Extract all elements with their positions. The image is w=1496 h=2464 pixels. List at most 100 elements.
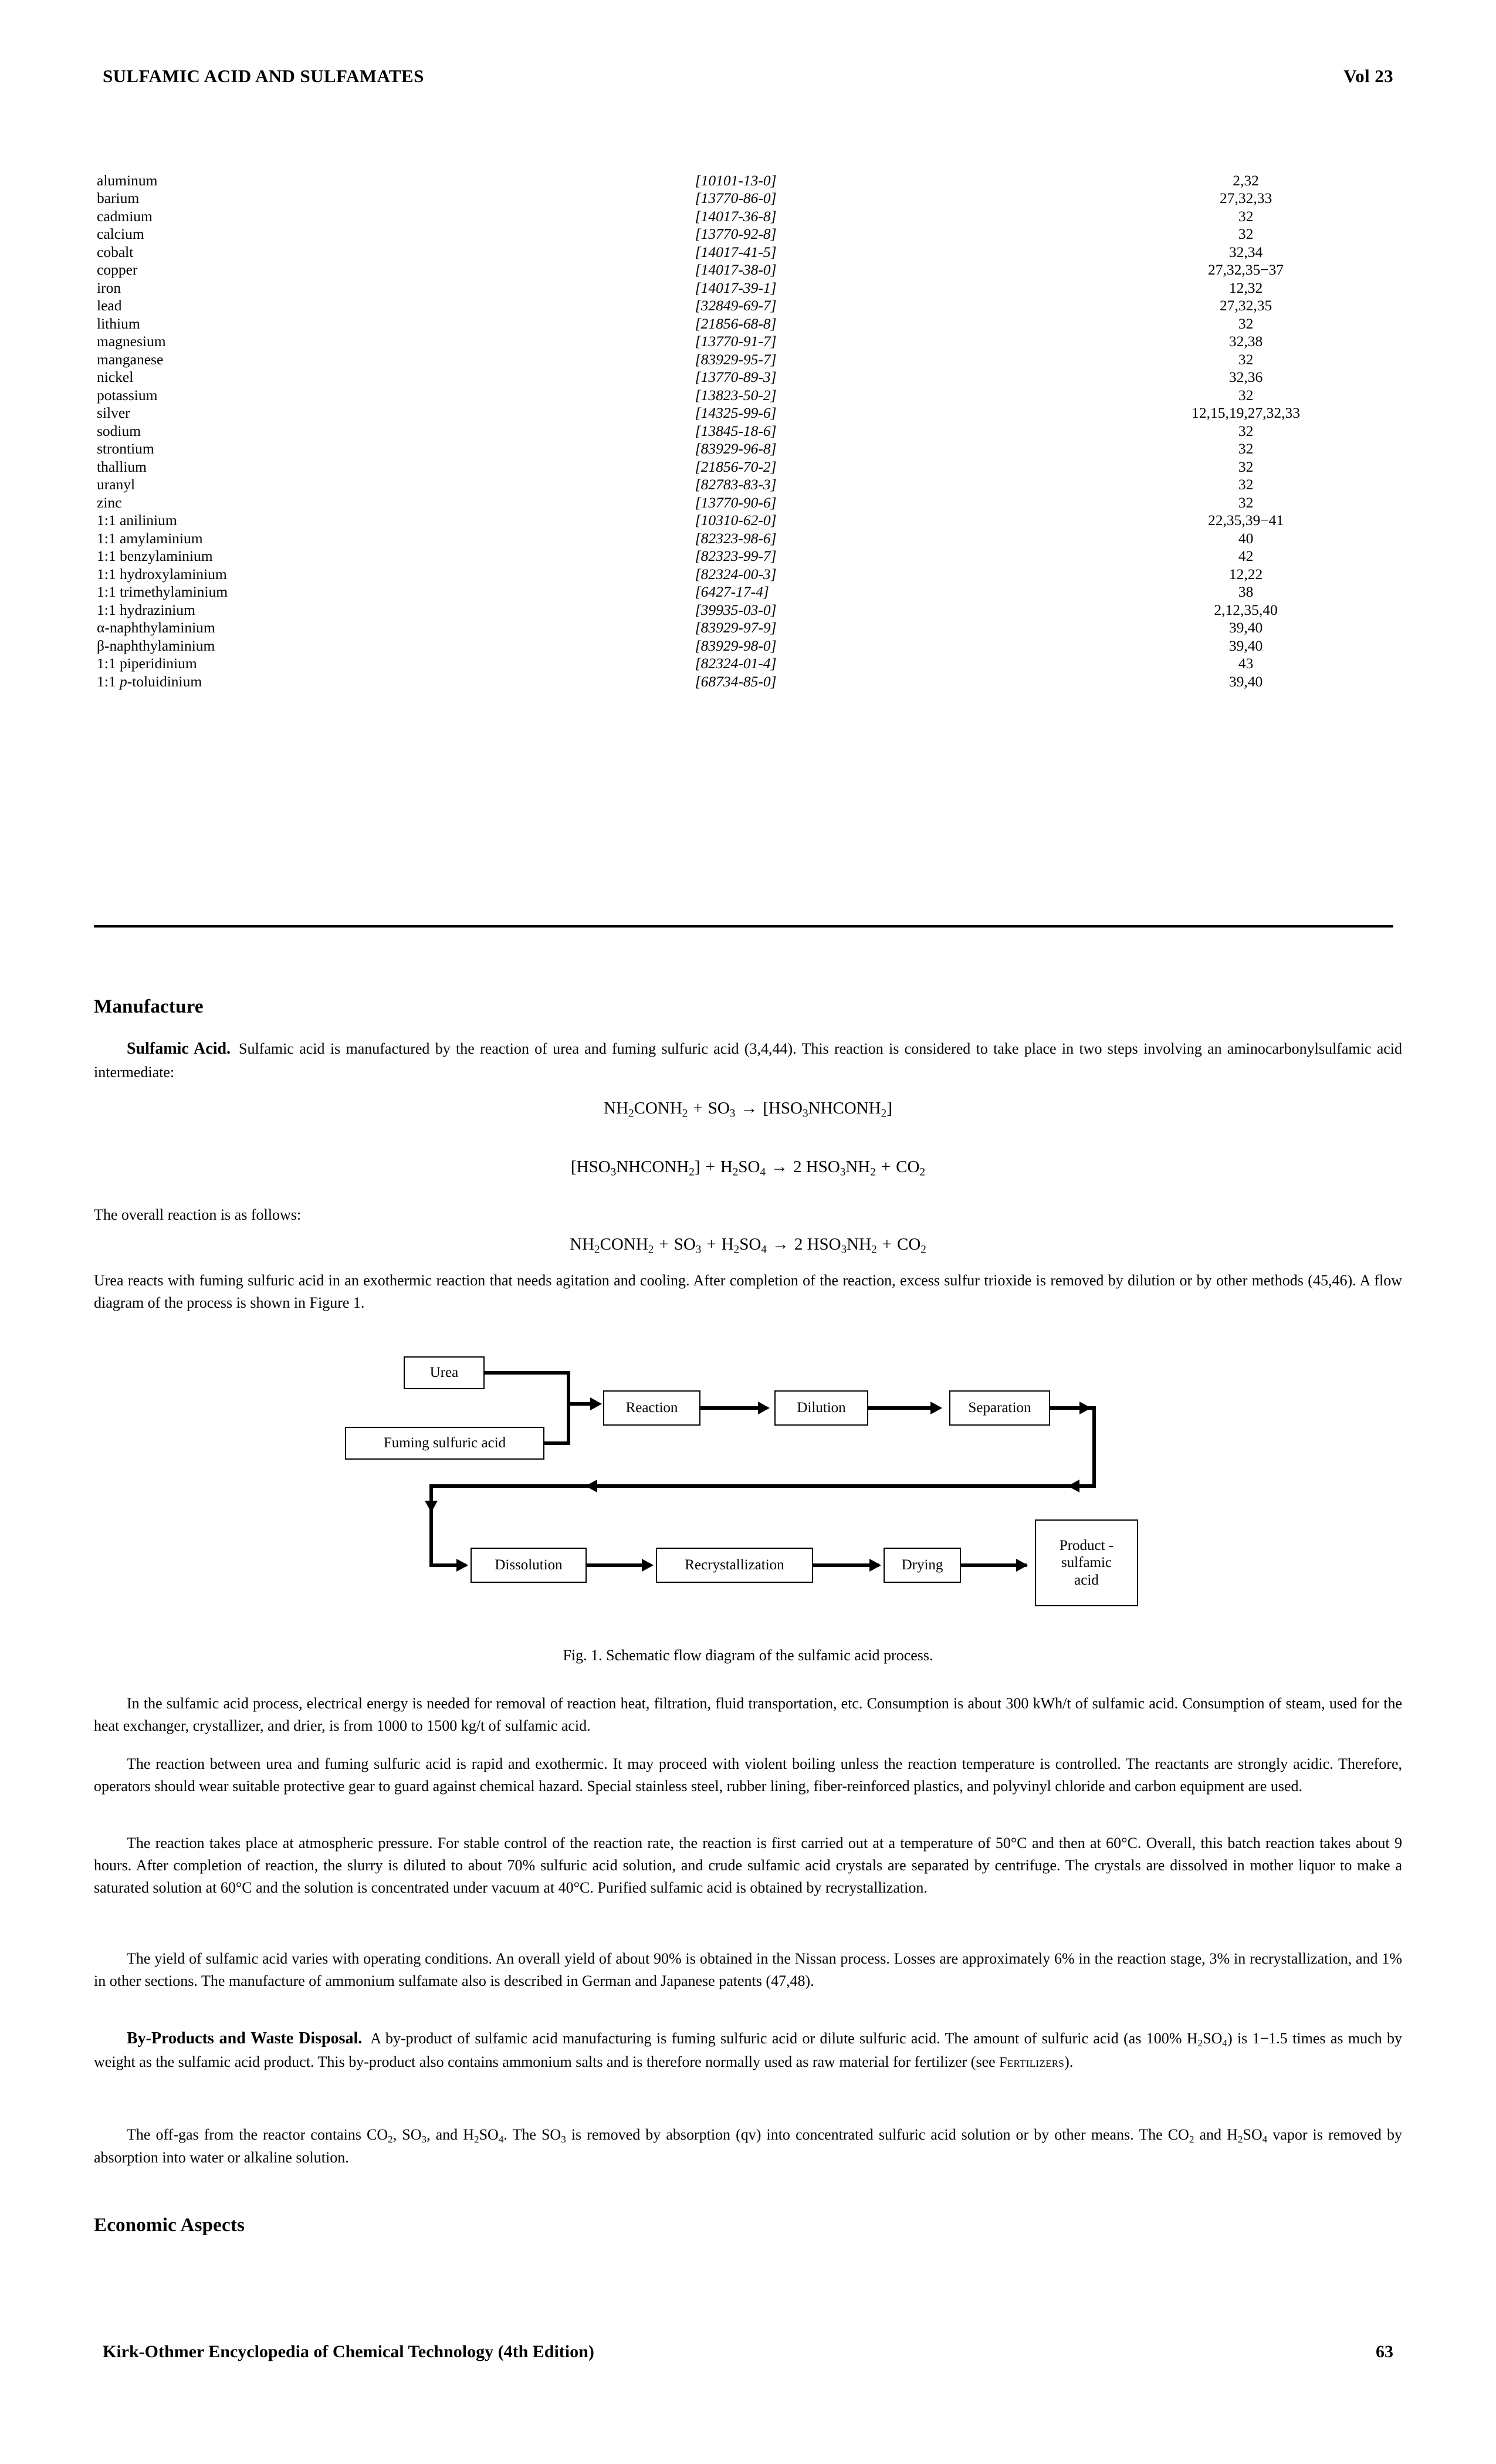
table-row: iron [14017-39-1] 12,32 — [94, 279, 1393, 297]
table-row: lithium [21856-68-8] 32 — [94, 314, 1393, 333]
table-cell-salt-name: 1:1 hydrazinium — [97, 601, 195, 618]
table-cell-cas-number: [14325-99-6] — [695, 404, 777, 421]
table-row: uranyl [82783-83-3] 32 — [94, 476, 1393, 494]
table-cell-references: 42 — [1238, 547, 1254, 564]
flow-arrow-into-drying — [869, 1559, 881, 1572]
byproducts-text-3: ). — [1064, 2053, 1074, 2070]
flow-box-drying-label: Drying — [901, 1557, 943, 1573]
table-cell-references: 32 — [1238, 350, 1254, 368]
sub-so4b: 4 — [1262, 2133, 1268, 2145]
table-cell-references: 32 — [1238, 440, 1254, 457]
offgas-text-6: and H — [1194, 2126, 1238, 2143]
flow-line-return-downleft — [429, 1484, 433, 1565]
table-row: 1:1 hydrazinium [39935-03-0] 2,12,35,40 — [94, 601, 1393, 619]
table-cell-references: 32 — [1238, 207, 1254, 225]
table-cell-salt-name: cadmium — [97, 207, 153, 225]
table-cell-salt-name: 1:1 p-toluidinium — [97, 672, 202, 690]
table-cell-references: 32,34 — [1228, 243, 1263, 260]
table-cell-cas-number: [21856-68-8] — [695, 314, 777, 332]
table-row: thallium [21856-70-2] 32 — [94, 458, 1393, 476]
table-cell-salt-name: 1:1 hydroxylaminium — [97, 565, 227, 583]
table-cell-salt-name: lead — [97, 297, 122, 314]
table-cell-salt-name: β-naphthylaminium — [97, 637, 215, 654]
table-cell-cas-number: [68734-85-0] — [695, 672, 777, 690]
table-cell-references: 32 — [1238, 493, 1254, 511]
table-cell-cas-number: [13845-18-6] — [695, 422, 777, 439]
table-row: nickel [13770-89-3] 32,36 — [94, 368, 1393, 387]
sub-h2: 2 — [474, 2133, 479, 2145]
paragraph-byproducts: By-Products and Waste Disposal. A by-prod… — [94, 2029, 1402, 2070]
flow-box-reaction: Reaction — [603, 1390, 700, 1426]
table-bottom-rule — [94, 925, 1393, 928]
table-cell-references: 32 — [1238, 314, 1254, 332]
flow-arrow-into-recrystallization — [642, 1559, 654, 1572]
table-cell-references: 27,32,35−37 — [1208, 261, 1284, 278]
offgas-text-3: , and H — [427, 2126, 474, 2143]
section-heading-manufacture: Manufacture — [94, 996, 204, 1017]
table-row: 1:1 benzylaminium [82323-99-7] 42 — [94, 547, 1393, 566]
flow-box-drying: Drying — [884, 1548, 961, 1583]
sub-4a: 4 — [1222, 2037, 1227, 2049]
table-cell-salt-name: magnesium — [97, 333, 166, 350]
flow-box-recrystallization: Recrystallization — [656, 1548, 813, 1583]
flow-arrow-return-right — [1068, 1480, 1079, 1492]
flow-arrow-return-down — [425, 1501, 438, 1512]
equation-1: NH2CONH2 + SO3 → [HSO3NHCONH2] — [604, 1099, 892, 1120]
runin-sulfamic-acid: Sulfamic Acid. — [127, 1040, 231, 1058]
flow-diagram-figure: Urea Fuming sulfuric acid Reaction Dilut… — [305, 1343, 1220, 1631]
table-cell-references: 32 — [1238, 225, 1254, 242]
paragraph-urea-reacts: Urea reacts with fuming sulfuric acid in… — [94, 1270, 1402, 1314]
offgas-text-1: The off-gas from the reactor contains CO — [127, 2126, 388, 2143]
table-cell-references: 2,12,35,40 — [1214, 601, 1278, 618]
table-cell-salt-name: α-naphthylaminium — [97, 619, 215, 636]
table-cell-cas-number: [14017-41-5] — [695, 243, 777, 260]
table-row: barium [13770-86-0] 27,32,33 — [94, 189, 1393, 208]
table-cell-references: 32 — [1238, 476, 1254, 493]
table-row: strontium [83929-96-8] 32 — [94, 440, 1393, 458]
flow-box-urea: Urea — [404, 1356, 485, 1389]
running-head-volume: Vol 23 — [1343, 66, 1393, 86]
running-head: SULFAMIC ACID AND SULFAMATES Vol 23 — [103, 66, 1393, 87]
table-cell-cas-number: [13770-86-0] — [695, 189, 777, 207]
table-cell-cas-number: [32849-69-7] — [695, 297, 777, 314]
paragraph-overall-lead: The overall reaction is as follows: — [94, 1204, 1402, 1226]
table-cell-cas-number: [14017-39-1] — [695, 279, 777, 296]
table-cell-cas-number: [13823-50-2] — [695, 386, 777, 404]
flow-line-return-down — [1092, 1406, 1096, 1486]
flow-arrow-separation-out — [1079, 1402, 1091, 1414]
table-row: cadmium [14017-36-8] 32 — [94, 207, 1393, 225]
table-cell-references: 32,38 — [1228, 333, 1263, 350]
byproducts-text-1: A by-product of sulfamic acid manufactur… — [370, 2030, 1198, 2047]
process-energy-text: In the sulfamic acid process, electrical… — [94, 1695, 1402, 1734]
table-cell-salt-name: 1:1 piperidinium — [97, 655, 197, 672]
table-row: α-naphthylaminium [83929-97-9] 39,40 — [94, 619, 1393, 637]
footer-page-number: 63 — [1376, 2342, 1393, 2361]
table-row: 1:1 trimethylaminium [6427-17-4] 38 — [94, 583, 1393, 601]
table-cell-cas-number: [14017-38-0] — [695, 261, 777, 278]
flow-line-dilution-separation — [868, 1406, 934, 1410]
table-cell-cas-number: [13770-90-6] — [695, 493, 777, 511]
flow-line-merge-vertical — [567, 1371, 570, 1445]
offgas-text-2: , SO — [392, 2126, 422, 2143]
reaction-urea-text: The reaction between urea and fuming sul… — [94, 1755, 1402, 1795]
table-cell-references: 39,40 — [1228, 672, 1263, 690]
flow-arrow-into-dilution — [758, 1402, 770, 1414]
table-cell-cas-number: [83929-98-0] — [695, 637, 777, 654]
table-cell-references: 32 — [1238, 386, 1254, 404]
table-row: 1:1 piperidinium [82324-01-4] 43 — [94, 655, 1393, 673]
table-row: 1:1 anilinium [10310-62-0] 22,35,39−41 — [94, 512, 1393, 530]
table-cell-cas-number: [13770-89-3] — [695, 368, 777, 385]
table-cell-references: 12,15,19,27,32,33 — [1192, 404, 1301, 421]
footer-source: Kirk-Othmer Encyclopedia of Chemical Tec… — [103, 2342, 594, 2361]
table-cell-salt-name: manganese — [97, 350, 164, 368]
table-row: zinc [13770-90-6] 32 — [94, 493, 1393, 512]
flow-box-fuming-sulfuric-acid: Fuming sulfuric acid — [345, 1427, 544, 1460]
paragraph-reaction-urea: The reaction between urea and fuming sul… — [94, 1753, 1402, 1798]
table-cell-salt-name: potassium — [97, 386, 158, 404]
table-cell-cas-number: [83929-97-9] — [695, 619, 777, 636]
table-cell-references: 39,40 — [1228, 619, 1263, 636]
table-cell-references: 38 — [1238, 583, 1254, 600]
table-cell-references: 39,40 — [1228, 637, 1263, 654]
flow-box-dissolution: Dissolution — [471, 1548, 587, 1583]
crossref-fertilizers[interactable]: Fertilizers — [999, 2055, 1064, 2070]
